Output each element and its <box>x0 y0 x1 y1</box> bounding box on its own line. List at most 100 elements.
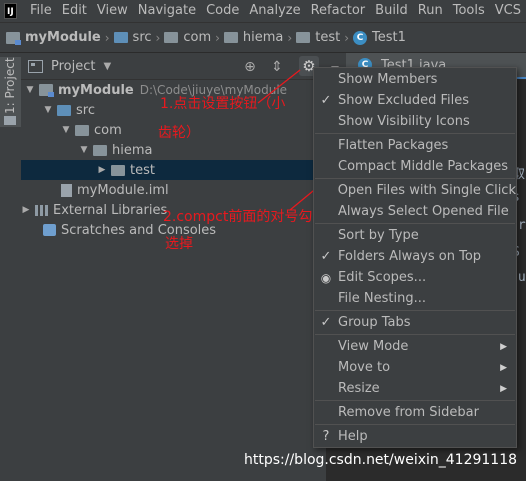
folder-icon <box>113 32 128 43</box>
menu-item-sort-by-type[interactable]: Sort by Type <box>314 225 516 246</box>
breadcrumb: myModule › src › com › hiema › test › C … <box>0 22 526 53</box>
chevron-right-icon: › <box>155 30 161 45</box>
submenu-arrow-icon: ▶ <box>500 341 507 352</box>
tree-node-label: External Libraries <box>53 202 168 218</box>
expand-arrow-icon[interactable]: ▼ <box>25 85 35 95</box>
tree-node-label: hiema <box>112 142 153 158</box>
tree-node-label: test <box>130 162 155 178</box>
annotation-step2: 2.compct前面的对号勾 <box>163 209 313 225</box>
module-icon <box>6 31 21 45</box>
menu-separator <box>315 178 515 179</box>
expand-arrow-icon[interactable]: ▼ <box>79 145 89 155</box>
menu-item-label: Compact Middle Packages <box>338 159 509 174</box>
breadcrumb-item-test1[interactable]: › C Test1 <box>340 30 406 45</box>
menu-item-label: Open Files with Single Click <box>337 183 516 198</box>
menu-item-remove-from-sidebar[interactable]: Remove from Sidebar <box>314 402 516 423</box>
breadcrumb-label: hiema <box>242 30 284 45</box>
menu-item-always-select-opened-file[interactable]: Always Select Opened File <box>314 201 516 222</box>
menu-analyze[interactable]: Analyze <box>244 0 305 22</box>
breadcrumb-label: test <box>315 30 341 45</box>
breadcrumb-item-com[interactable]: › com <box>152 30 212 45</box>
menu-separator <box>315 334 515 335</box>
menu-code[interactable]: Code <box>201 0 244 22</box>
chevron-right-icon: › <box>215 30 220 45</box>
watermark: https://blog.csdn.net/weixin_41291118 <box>244 452 518 468</box>
chevron-right-icon: › <box>344 30 349 45</box>
expand-arrow-icon[interactable]: ▼ <box>43 105 53 115</box>
menu-item-label: File Nesting... <box>338 291 426 306</box>
menu-item-label: Group Tabs <box>338 315 411 330</box>
breadcrumb-item-src[interactable]: › src <box>101 30 152 45</box>
menu-navigate[interactable]: Navigate <box>133 0 201 22</box>
menu-item-open-files-single-click[interactable]: Open Files with Single Click <box>314 180 516 201</box>
tree-node-hiema[interactable]: ▼ hiema <box>21 140 326 160</box>
menu-view[interactable]: View <box>92 0 133 22</box>
menu-item-file-nesting[interactable]: File Nesting... <box>314 288 516 309</box>
tree-node-label: myModule.iml <box>77 182 169 198</box>
project-tab-label: 1: Project <box>3 57 17 114</box>
menu-item-edit-scopes[interactable]: ◉ Edit Scopes... <box>314 267 516 288</box>
menu-item-label: Edit Scopes... <box>338 270 427 285</box>
folder-icon <box>296 32 311 43</box>
menu-build[interactable]: Build <box>370 0 413 22</box>
menu-item-help[interactable]: ? Help <box>314 426 516 447</box>
collapse-all-icon[interactable]: ⇕ <box>269 59 285 75</box>
folder-icon <box>223 32 238 43</box>
menu-item-compact-middle-packages[interactable]: Compact Middle Packages <box>314 156 516 177</box>
menu-item-label: Always Select Opened File <box>338 204 509 219</box>
menu-item-label: Sort by Type <box>338 228 419 243</box>
menu-item-resize[interactable]: Resize ▶ <box>314 378 516 399</box>
tree-node-test[interactable]: ▶ test <box>21 160 326 180</box>
breadcrumb-item-test[interactable]: › test <box>283 30 340 45</box>
java-class-icon: C <box>353 30 367 45</box>
scratches-icon <box>43 224 56 236</box>
menu-vcs[interactable]: VCS <box>490 0 526 22</box>
menu-file[interactable]: File <box>25 0 57 22</box>
menu-item-label: View Mode <box>338 339 409 354</box>
menu-item-label: Help <box>338 429 368 444</box>
collapse-arrow-icon[interactable]: ▶ <box>97 165 107 175</box>
collapse-arrow-icon[interactable]: ▶ <box>21 205 31 215</box>
menu-separator <box>315 223 515 224</box>
project-panel-header: Project ▼ <box>21 53 346 80</box>
menu-item-flatten-packages[interactable]: Flatten Packages <box>314 135 516 156</box>
menu-item-group-tabs[interactable]: ✓ Group Tabs <box>314 312 516 333</box>
chevron-down-icon[interactable]: ▼ <box>103 61 111 72</box>
menu-item-label: Move to <box>338 360 391 375</box>
menu-run[interactable]: Run <box>413 0 448 22</box>
package-folder-icon <box>111 164 125 176</box>
check-icon: ✓ <box>320 249 332 264</box>
module-icon <box>39 84 54 97</box>
tree-node-iml[interactable]: myModule.iml <box>21 180 326 200</box>
check-icon: ✓ <box>320 315 332 330</box>
submenu-arrow-icon: ▶ <box>500 362 507 373</box>
menu-item-folders-always-on-top[interactable]: ✓ Folders Always on Top <box>314 246 516 267</box>
tree-node-label: myModule <box>58 82 134 98</box>
menu-refactor[interactable]: Refactor <box>306 0 371 22</box>
breadcrumb-item-hiema[interactable]: › hiema <box>211 30 283 45</box>
menu-item-show-visibility-icons[interactable]: Show Visibility Icons <box>314 111 516 132</box>
menu-item-label: Show Visibility Icons <box>338 114 470 129</box>
source-folder-icon <box>57 104 71 116</box>
expand-arrow-icon[interactable]: ▼ <box>61 125 71 135</box>
project-view-icon <box>28 59 43 73</box>
libraries-icon <box>35 204 48 216</box>
menu-item-show-excluded-files[interactable]: ✓ Show Excluded Files <box>314 90 516 111</box>
scope-radio-icon: ◉ <box>320 270 332 285</box>
menu-item-view-mode[interactable]: View Mode ▶ <box>314 336 516 357</box>
project-view-title[interactable]: Project <box>51 59 95 74</box>
menu-tools[interactable]: Tools <box>448 0 490 22</box>
menu-item-label: Show Excluded Files <box>338 93 470 108</box>
menu-item-label: Flatten Packages <box>338 138 449 153</box>
menu-item-label: Show Members <box>338 72 438 87</box>
breadcrumb-item-mymodule[interactable]: myModule <box>6 30 101 45</box>
breadcrumb-label: myModule <box>25 30 101 45</box>
breadcrumb-label: Test1 <box>372 30 406 45</box>
menu-item-label: Resize <box>338 381 380 396</box>
locate-crosshair-icon[interactable]: ⊕ <box>242 59 258 75</box>
menu-edit[interactable]: Edit <box>57 0 92 22</box>
folder-icon <box>4 116 16 125</box>
menu-item-show-members[interactable]: Show Members <box>314 69 516 90</box>
menu-item-move-to[interactable]: Move to ▶ <box>314 357 516 378</box>
menu-item-label: Remove from Sidebar <box>338 405 479 420</box>
